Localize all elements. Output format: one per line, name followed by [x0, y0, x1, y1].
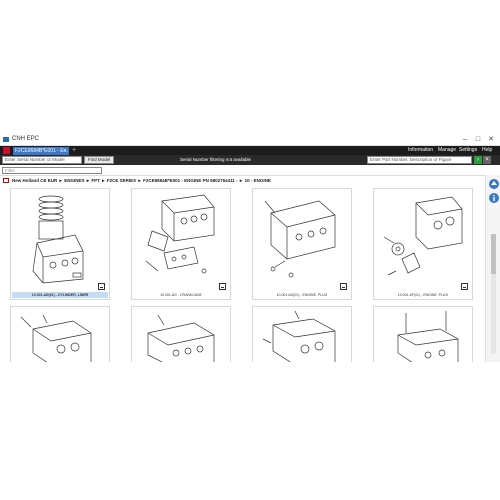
scrollbar-thumb[interactable]: [491, 234, 496, 274]
engine-assembly-diagram: [13, 309, 107, 362]
figure-card[interactable]: 10.001.AF(01) - ENGINE, PLUG: [373, 188, 473, 300]
filter-input[interactable]: Filter: [2, 167, 102, 174]
tab-bar: F2CE9684B*E001 - E... ✕ + Information Ma…: [0, 146, 500, 155]
figure-caption: 10.001.AF(01) - ENGINE, PLUG: [397, 293, 449, 297]
cylinder-liner-diagram: [13, 191, 107, 285]
epc-application: CNH EPC – □ ✕ F2CE9684B*E001 - E... ✕ + …: [0, 134, 500, 362]
tab-engine[interactable]: F2CE9684B*E001 - E... ✕: [13, 147, 69, 155]
close-window-button[interactable]: ✕: [486, 135, 496, 144]
figure-card[interactable]: [252, 306, 352, 362]
figure-grid: 10.001.AD(01) - CYLINDER, LINER 10.001.A…: [0, 185, 485, 362]
tab-close-icon[interactable]: ✕: [63, 147, 67, 155]
note-icon[interactable]: [461, 283, 468, 290]
window-title: CNH EPC: [12, 136, 40, 142]
arrow-right-icon[interactable]: ›: [474, 156, 482, 164]
engine-plug-diagram: [376, 191, 470, 285]
figure-caption: 10.001.AG - CRANKCASE: [160, 293, 202, 297]
figure-card[interactable]: 10.001.AD(01) - CYLINDER, LINER: [10, 188, 110, 300]
close-icon[interactable]: ×: [483, 156, 491, 164]
figure-card[interactable]: 10.001.AD(01) - ENGINE, PLUG: [252, 188, 352, 300]
engine-block-diagram: [134, 309, 228, 362]
search-bar: Enter Serial Number or Model Find Model …: [0, 155, 500, 165]
catalog-icon: [3, 178, 9, 183]
figure-card[interactable]: [10, 306, 110, 362]
serial-number-input[interactable]: Enter Serial Number or Model: [2, 156, 82, 164]
figure-caption: 10.001.AD(01) - ENGINE, PLUG: [276, 293, 328, 297]
maximize-button[interactable]: □: [473, 135, 483, 144]
part-search-input[interactable]: Enter Part Number, Description or Figure: [367, 156, 472, 164]
find-model-button[interactable]: Find Model: [84, 156, 114, 164]
figure-caption: 10.001.AD(01) - CYLINDER, LINER: [12, 292, 108, 298]
up-arrow-icon[interactable]: [489, 179, 499, 189]
crankcase-diagram: [134, 191, 228, 285]
filter-status-message: Serial Number filtering not available: [180, 157, 252, 162]
filter-row: Filter: [0, 166, 500, 176]
home-icon[interactable]: [3, 147, 10, 154]
tab-label: F2CE9684B*E001 - E...: [15, 148, 68, 154]
window-title-bar: CNH EPC – □ ✕: [0, 134, 500, 146]
note-icon[interactable]: [98, 283, 105, 290]
note-icon[interactable]: [340, 283, 347, 290]
figure-card[interactable]: [131, 306, 231, 362]
engine-mount-diagram: [376, 309, 470, 362]
breadcrumb-text[interactable]: New Holland CE EUR ► ENGINES ► FPT ► F2C…: [12, 176, 271, 185]
nav-information[interactable]: Information: [408, 146, 433, 155]
figure-card[interactable]: [373, 306, 473, 362]
app-icon: [3, 137, 9, 142]
breadcrumb: New Holland CE EUR ► ENGINES ► FPT ► F2C…: [0, 176, 500, 185]
nav-settings[interactable]: Settings: [459, 146, 477, 155]
nav-help[interactable]: Help: [482, 146, 492, 155]
minimize-button[interactable]: –: [460, 135, 470, 144]
engine-assembly-diagram: [255, 309, 349, 362]
nav-manage[interactable]: Manage: [438, 146, 456, 155]
add-tab-button[interactable]: +: [72, 146, 76, 155]
engine-plug-diagram: [255, 191, 349, 285]
note-icon[interactable]: [219, 283, 226, 290]
info-icon[interactable]: [489, 193, 499, 203]
figure-card[interactable]: 10.001.AG - CRANKCASE: [131, 188, 231, 300]
